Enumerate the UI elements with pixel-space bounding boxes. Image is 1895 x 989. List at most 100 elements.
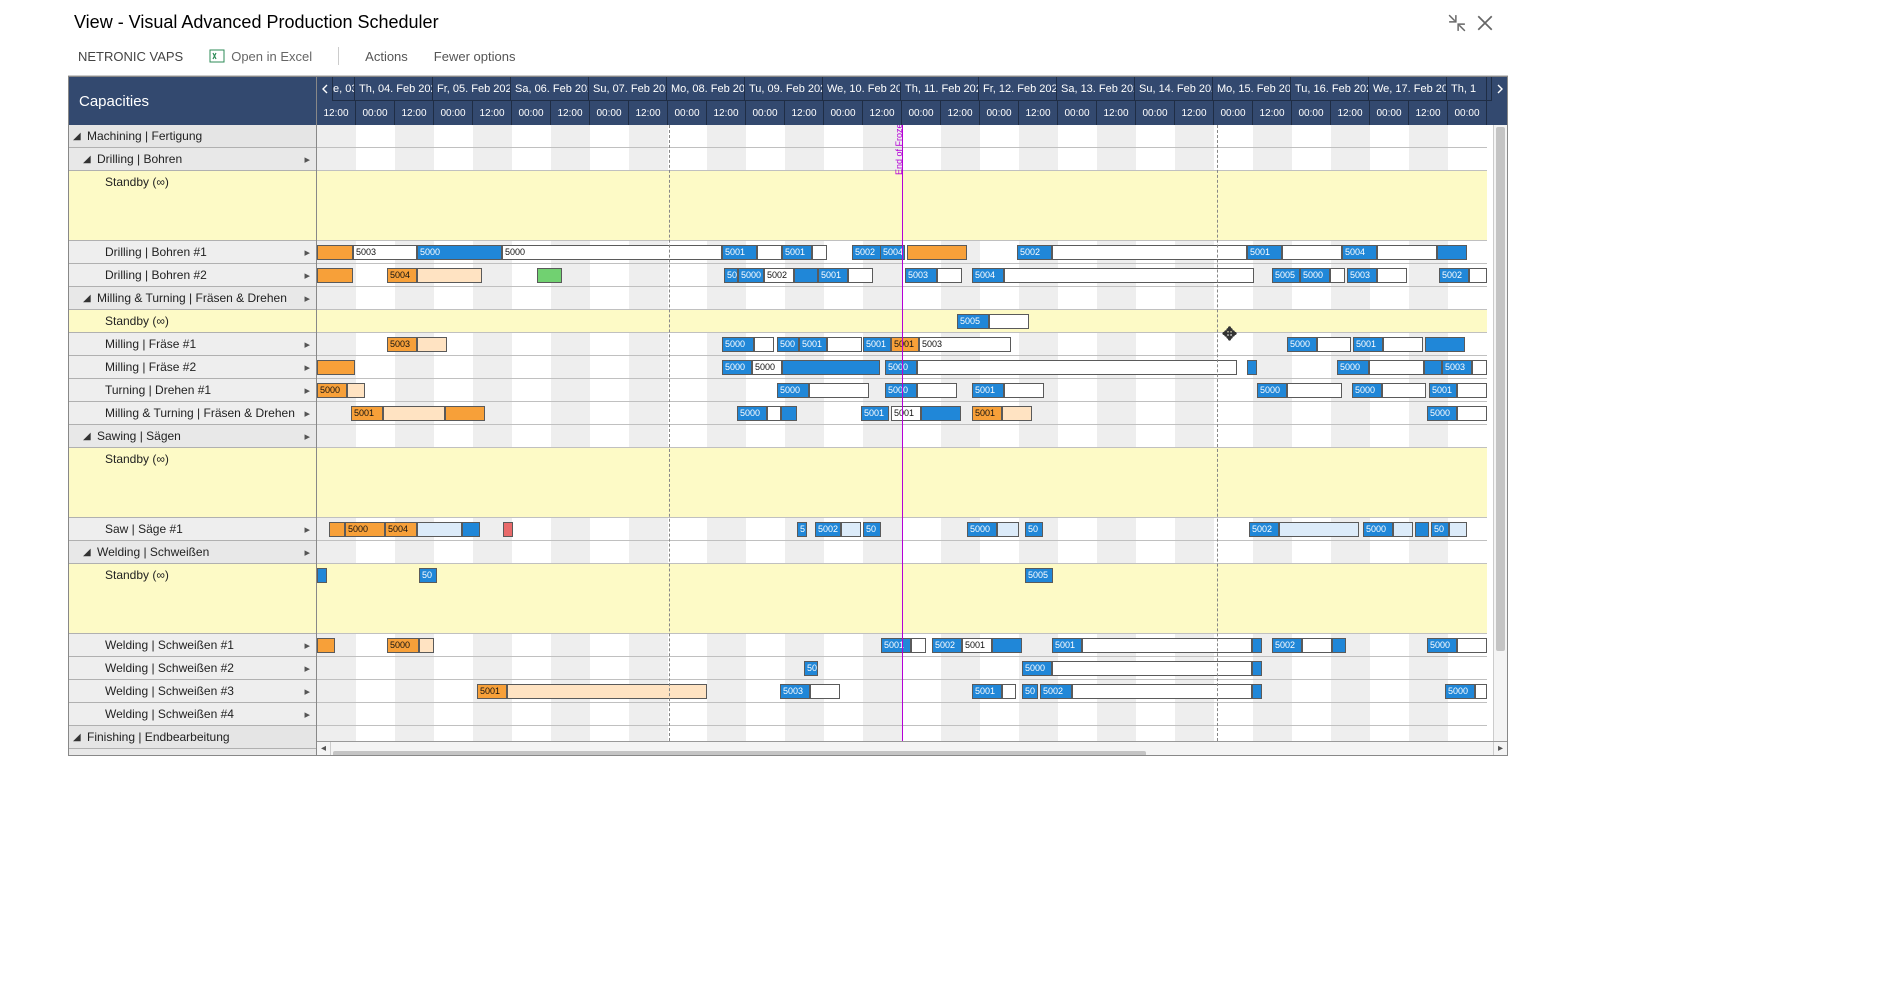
- gantt-bar[interactable]: [911, 638, 926, 653]
- gantt-bar[interactable]: [317, 268, 353, 283]
- expand-icon[interactable]: ▸: [304, 269, 310, 282]
- gantt-bar[interactable]: [809, 383, 869, 398]
- gantt-bar[interactable]: [1369, 360, 1424, 375]
- gantt-bar[interactable]: [419, 638, 434, 653]
- gantt-bar[interactable]: 5001: [477, 684, 507, 699]
- gantt-bar[interactable]: [1425, 337, 1465, 352]
- gantt-bar[interactable]: 5001: [962, 638, 992, 653]
- gantt-bar[interactable]: [1252, 684, 1262, 699]
- gantt-bar[interactable]: [1052, 661, 1252, 676]
- expand-icon[interactable]: ▸: [304, 361, 310, 374]
- tree-row[interactable]: Standby (∞): [69, 448, 316, 518]
- gantt-bar[interactable]: [757, 245, 782, 260]
- tree-row[interactable]: ◢Machining | Fertigung: [69, 125, 316, 148]
- gantt-bar[interactable]: 5001: [1052, 638, 1082, 653]
- gantt-bar[interactable]: [503, 522, 513, 537]
- gantt-bar[interactable]: [1457, 638, 1487, 653]
- gantt-bar[interactable]: 50: [1431, 522, 1449, 537]
- gantt-bar[interactable]: [1472, 360, 1487, 375]
- gantt-bar[interactable]: [937, 268, 962, 283]
- gantt-bar[interactable]: [1004, 383, 1044, 398]
- gantt-bar[interactable]: 5000: [1363, 522, 1393, 537]
- expand-icon[interactable]: ▸: [304, 662, 310, 675]
- gantt-bar[interactable]: 5000: [752, 360, 782, 375]
- gantt-bar[interactable]: [1383, 337, 1423, 352]
- expand-icon[interactable]: ▸: [304, 407, 310, 420]
- tree-row[interactable]: Turning | Drehen #1▸: [69, 379, 316, 402]
- gantt-bar[interactable]: [1002, 684, 1016, 699]
- gantt-bar[interactable]: [317, 360, 355, 375]
- gantt-bar[interactable]: 5003: [905, 268, 937, 283]
- gantt-bar[interactable]: [810, 684, 840, 699]
- tree-row[interactable]: ◢Drilling | Bohren▸: [69, 148, 316, 171]
- gantt-bar[interactable]: 5001: [722, 245, 757, 260]
- gantt-bar[interactable]: [1377, 245, 1437, 260]
- gantt-bar[interactable]: [917, 360, 1237, 375]
- gantt-bar[interactable]: [417, 337, 447, 352]
- gantt-bar[interactable]: [1377, 268, 1407, 283]
- gantt-bar[interactable]: [992, 638, 1022, 653]
- gantt-bar[interactable]: [417, 522, 462, 537]
- gantt-bar[interactable]: 5001: [972, 684, 1002, 699]
- gantt-bar[interactable]: 50: [804, 661, 818, 676]
- gantt-bar[interactable]: 5002: [764, 268, 794, 283]
- gantt-bar[interactable]: [917, 383, 957, 398]
- gantt-bar[interactable]: 5001: [881, 638, 911, 653]
- gantt-bar[interactable]: [1457, 406, 1487, 421]
- gantt-bar[interactable]: 5002: [852, 245, 882, 260]
- gantt-bar[interactable]: 5005: [957, 314, 989, 329]
- horizontal-scrollbar[interactable]: ◂ ▸: [317, 741, 1507, 755]
- gantt-bar[interactable]: 5001: [1353, 337, 1383, 352]
- gantt-bar[interactable]: 5000: [1445, 684, 1475, 699]
- gantt-bar[interactable]: 5001: [863, 337, 891, 352]
- gantt-bar[interactable]: 5000: [738, 268, 764, 283]
- expand-icon[interactable]: ▸: [304, 523, 310, 536]
- gantt-bar[interactable]: [329, 522, 345, 537]
- tree-row[interactable]: Milling | Fräse #2▸: [69, 356, 316, 379]
- gantt-bar[interactable]: 5000: [1352, 383, 1382, 398]
- gantt-bar[interactable]: 5001: [351, 406, 383, 421]
- gantt-bar[interactable]: [1330, 268, 1345, 283]
- expand-icon[interactable]: ▸: [304, 754, 310, 756]
- gantt-bar[interactable]: 5000: [722, 337, 754, 352]
- gantt-bar[interactable]: [1393, 522, 1413, 537]
- gantt-bar[interactable]: 50: [419, 568, 437, 583]
- expand-icon[interactable]: ▸: [304, 153, 310, 166]
- gantt-bar[interactable]: [921, 406, 961, 421]
- tree-row[interactable]: ◢Finishing | Endbearbeitung: [69, 726, 316, 749]
- gantt-bar[interactable]: 5001: [799, 337, 827, 352]
- gantt-bar[interactable]: 50: [863, 522, 881, 537]
- gantt-bar[interactable]: [537, 268, 562, 283]
- gantt-bar[interactable]: 5002: [932, 638, 962, 653]
- fewer-options[interactable]: Fewer options: [434, 49, 516, 64]
- tree-row[interactable]: ◢Assembly | Montage▸: [69, 749, 316, 755]
- gantt-bar[interactable]: 50: [1022, 684, 1038, 699]
- tree-row[interactable]: Standby (∞): [69, 171, 316, 241]
- gantt-bar[interactable]: 5001: [972, 406, 1002, 421]
- gantt-bar[interactable]: 5000: [387, 638, 419, 653]
- gantt-bar[interactable]: 5005: [1025, 568, 1053, 583]
- tree-row[interactable]: Welding | Schweißen #4▸: [69, 703, 316, 726]
- gantt-bar[interactable]: 5002: [815, 522, 841, 537]
- tree-row[interactable]: Drilling | Bohren #1▸: [69, 241, 316, 264]
- gantt-bar[interactable]: [347, 383, 365, 398]
- expand-icon[interactable]: ▸: [304, 708, 310, 721]
- gantt-bar[interactable]: 5000: [1287, 337, 1317, 352]
- gantt-bar[interactable]: [507, 684, 707, 699]
- actions-menu[interactable]: Actions: [365, 49, 408, 64]
- tree-row[interactable]: Welding | Schweißen #1▸: [69, 634, 316, 657]
- tree-row[interactable]: ◢Welding | Schweißen▸: [69, 541, 316, 564]
- gantt-bar[interactable]: [317, 568, 327, 583]
- gantt-bar[interactable]: [1252, 638, 1262, 653]
- tree-row[interactable]: Milling & Turning | Fräsen & Drehen▸: [69, 402, 316, 425]
- gantt-bar[interactable]: [812, 245, 827, 260]
- gantt-bar[interactable]: 5004: [1342, 245, 1377, 260]
- gantt-bar[interactable]: 5000: [317, 383, 347, 398]
- gantt-bar[interactable]: [1247, 360, 1257, 375]
- gantt-bar[interactable]: 5002: [1017, 245, 1052, 260]
- gantt-bar[interactable]: 500: [777, 337, 799, 352]
- gantt-bar[interactable]: [1449, 522, 1467, 537]
- gantt-bar[interactable]: 5000: [502, 245, 722, 260]
- gantt-bar[interactable]: 5003: [1347, 268, 1377, 283]
- scroll-right-arrow-icon[interactable]: ▸: [1493, 742, 1507, 756]
